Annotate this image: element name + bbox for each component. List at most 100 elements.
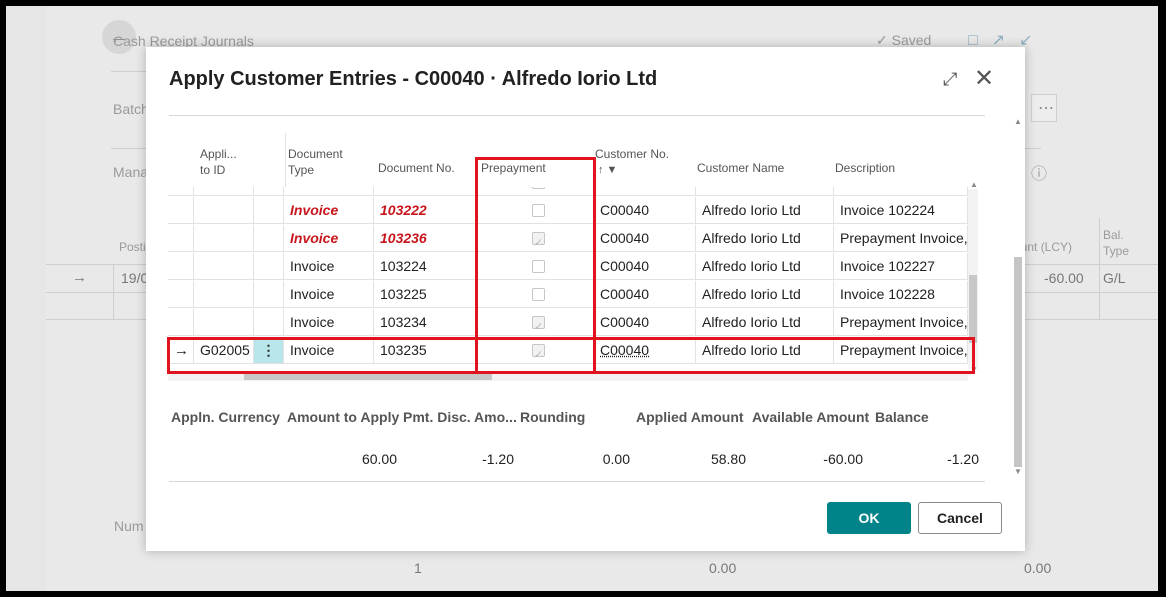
col-appl-to-id-1[interactable]: Appli... [200,147,237,162]
cell-doc-no: 103221 [374,187,476,196]
grid-horizontal-scroll-thumb[interactable] [244,374,492,380]
pmt-disc-amount-label: Pmt. Disc. Amo... [403,409,517,425]
cell-actions [254,187,284,196]
sort-filter-icon[interactable]: ↑ ▼ [598,163,617,178]
row-indicator [168,281,194,308]
row-arrow-icon: → [72,269,87,286]
divider [285,133,286,187]
col-description[interactable]: Description [835,161,895,176]
divider [1099,218,1100,319]
cell-actions [254,197,284,224]
cell-customer-no: C00040 [594,225,696,252]
rounding-value: 0.00 [602,451,630,467]
cell-customer-name: Alfredo Iorio Ltd [696,197,834,224]
cell-appl-to-id [194,309,254,336]
amount-to-apply-value: 60.00 [361,451,397,467]
cell-appl-to-id: ALFR... [194,187,254,196]
saved-label: Saved [891,32,932,48]
divider [169,481,985,482]
batch-label: Batch [113,101,149,117]
col-customer-name[interactable]: Customer Name [697,161,784,176]
cell-actions [254,225,284,252]
cell-doc-type: Invoice [284,309,374,336]
col-appl-to-id-2[interactable]: to ID [200,163,225,178]
bal-value: G/L [1103,270,1126,286]
selected-row-highlight [167,337,975,374]
cell-appl-to-id [194,281,254,308]
bal-type-header-2: Type [1103,244,1130,258]
scroll-down-icon[interactable]: ▼ [1014,467,1022,476]
col-customer-no[interactable]: Customer No. [595,147,669,162]
cell-doc-type: Invoice [284,187,374,196]
cell-customer-name: Alfredo Iorio Ltd [696,187,834,196]
pmt-disc-amount-value: -1.20 [482,451,514,467]
col-doc-no[interactable]: Document No. [378,161,455,176]
cell-description: Order 101015 [834,187,968,196]
cell-doc-no: 103234 [374,309,476,336]
manage-tab[interactable]: Mana [113,164,148,180]
cell-doc-no: 103225 [374,281,476,308]
col-doc-type-1[interactable]: Document [288,147,343,162]
close-icon[interactable]: ✕ [974,64,994,93]
bal-type-header-1: Bal. [1103,228,1124,242]
cell-customer-name: Alfredo Iorio Ltd [696,309,834,336]
cell-customer-no: C00040 [594,197,696,224]
cell-customer-no: C00040 [594,309,696,336]
cell-description: Invoice 102227 [834,253,968,280]
cell-customer-no: C00040 [594,253,696,280]
expand-icon[interactable]: ⤢ [943,69,957,90]
cell-actions [254,253,284,280]
info-icon[interactable]: ⓘ [1031,160,1047,184]
row-indicator [168,187,194,196]
cell-doc-no: 103236 [374,225,476,252]
balance-value: -1.20 [947,451,979,467]
more-options-button[interactable]: ⋯ [1031,94,1057,122]
row-indicator [168,197,194,224]
cell-description: Prepayment Invoice, C [834,225,968,252]
appln-currency-label: Appln. Currency [171,409,280,425]
ok-button[interactable]: OK [827,502,911,534]
cell-doc-type: Invoice [284,253,374,280]
footer-value-1: 1 [414,560,422,576]
cell-actions [254,309,284,336]
cell-customer-name: Alfredo Iorio Ltd [696,225,834,252]
divider [113,264,114,319]
cell-doc-type: Invoice [284,225,374,252]
rounding-label: Rounding [520,409,586,425]
cell-appl-to-id [194,253,254,280]
available-amount-label: Available Amount [752,409,870,425]
apply-customer-entries-dialog: Apply Customer Entries - C00040 · Alfred… [146,47,1025,551]
date-value: 19/0 [121,270,149,286]
num-label: Num [114,518,144,534]
scroll-up-icon[interactable]: ▲ [1014,117,1022,126]
cell-customer-no: C00040 [594,187,696,196]
row-indicator [168,309,194,336]
cell-customer-name: Alfredo Iorio Ltd [696,281,834,308]
cell-customer-no: C00040 [594,281,696,308]
cancel-button[interactable]: Cancel [918,502,1002,534]
cell-doc-type: Invoice [284,197,374,224]
grid-horizontal-scrollbar[interactable] [168,373,968,381]
screenshot-frame: ← Cash Receipt Journals ✓ Saved □↗↙ Batc… [6,6,1158,591]
footer-value-2: 0.00 [709,560,737,576]
cell-appl-to-id [194,197,254,224]
dialog-vertical-scroll-thumb[interactable] [1014,257,1022,467]
row-indicator [168,225,194,252]
cell-customer-name: Alfredo Iorio Ltd [696,253,834,280]
grid-vertical-scroll-thumb[interactable] [969,275,977,343]
cell-doc-type: Invoice [284,281,374,308]
balance-label: Balance [875,409,929,425]
col-doc-type-2[interactable]: Type [288,163,314,178]
footer-value-3: 0.00 [1024,560,1052,576]
cell-doc-no: 103224 [374,253,476,280]
cell-appl-to-id [194,225,254,252]
scroll-up-icon[interactable]: ▲ [970,180,978,189]
dialog-vertical-scrollbar[interactable]: ▲ ▼ [1013,117,1023,477]
available-amount-value: -60.00 [823,451,863,467]
cell-doc-no: 103222 [374,197,476,224]
cell-description: Prepayment Invoice, C [834,309,968,336]
cell-description: Invoice 102228 [834,281,968,308]
amount-value: -60.00 [1044,270,1084,286]
cell-actions [254,281,284,308]
amount-to-apply-label: Amount to Apply [287,409,400,425]
